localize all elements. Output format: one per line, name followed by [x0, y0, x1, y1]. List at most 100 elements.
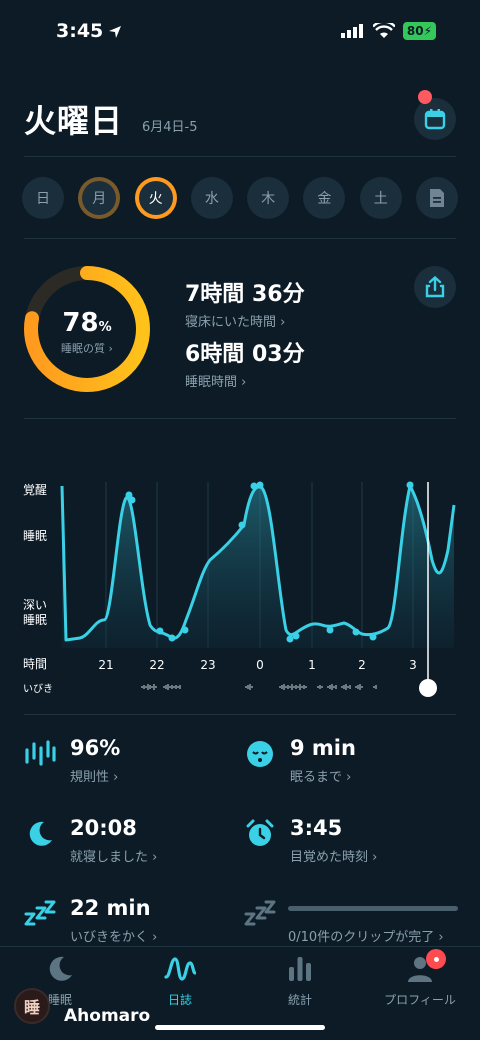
wake-time-label: 目覚めた時刻 ›	[290, 850, 378, 865]
event-marker	[128, 496, 136, 504]
event-marker	[286, 635, 294, 643]
clips-progress-track	[288, 906, 458, 911]
regularity-label: 規則性 ›	[70, 770, 119, 785]
event-marker	[406, 481, 414, 489]
tab-profile[interactable]: プロフィール	[360, 949, 480, 1008]
sleep-curve-area	[62, 486, 454, 648]
event-marker	[352, 628, 360, 636]
event-marker	[238, 521, 246, 529]
status-bar: 3:45 80 ⚡	[0, 0, 480, 64]
clips-label: 0/10件のクリップが完了 ›	[288, 930, 444, 945]
playhead-handle[interactable]	[419, 679, 437, 697]
x-tick: 3	[409, 658, 417, 672]
event-marker	[326, 626, 334, 634]
divider	[24, 714, 456, 715]
day-mon[interactable]: 月	[78, 177, 121, 219]
tab-statistics[interactable]: 統計	[240, 955, 360, 1008]
snore-events	[141, 684, 377, 690]
share-icon	[425, 276, 445, 298]
page-title: 火曜日	[24, 102, 124, 140]
date-range: 6月4日-5	[142, 120, 198, 135]
x-tick: 23	[200, 658, 216, 672]
day-sat[interactable]: 土	[359, 177, 402, 219]
day-tue[interactable]: 火	[134, 177, 177, 219]
time-to-sleep-value: 9 min	[290, 736, 356, 760]
status-indicators: 80 ⚡	[340, 22, 436, 40]
x-tick: 1	[308, 658, 316, 672]
day-thu[interactable]: 木	[247, 177, 290, 219]
day-wed[interactable]: 水	[190, 177, 233, 219]
day-sun[interactable]: 日	[22, 177, 64, 219]
bedtime-value: 20:08	[70, 816, 137, 840]
snoring-label: いびきをかく ›	[70, 930, 158, 945]
quality-value: 78	[62, 308, 99, 338]
sleep-cycle-graph[interactable]	[0, 470, 480, 710]
event-marker	[168, 634, 176, 642]
regularity-value: 96%	[70, 736, 121, 760]
profile-notification-badge	[426, 949, 446, 969]
divider	[24, 238, 456, 239]
week-selector: 日 月 火 水 木 金 土	[22, 177, 458, 219]
location-arrow-icon	[109, 26, 121, 38]
regularity-stat[interactable]: 96% 規則性 ›	[24, 736, 234, 796]
bedtime-stat[interactable]: 20:08 就寝しました ›	[24, 816, 234, 876]
event-marker	[369, 633, 377, 641]
x-tick: 0	[256, 658, 264, 672]
cellular-signal-icon	[340, 24, 363, 38]
event-marker	[156, 627, 164, 635]
quality-label: 睡眠の質 ›	[61, 342, 113, 355]
notes-button[interactable]	[415, 177, 458, 219]
divider	[24, 418, 456, 419]
calendar-button[interactable]	[414, 90, 456, 140]
bar-chart-icon	[289, 957, 311, 981]
day-fri[interactable]: 金	[303, 177, 346, 219]
snore-clips-icon	[244, 898, 276, 930]
alarm-clock-icon	[244, 818, 276, 850]
tab-journal[interactable]: 日誌	[120, 955, 240, 1008]
charging-icon: ⚡	[423, 24, 432, 38]
event-marker	[292, 632, 300, 640]
sleep-time-label: 睡眠時間 ›	[185, 375, 247, 390]
event-marker	[181, 626, 189, 634]
wifi-icon	[372, 23, 395, 38]
event-marker	[256, 481, 264, 489]
header: 火曜日 6月4日-5	[24, 90, 456, 144]
document-icon	[429, 189, 444, 207]
time-in-bed[interactable]: 7時間 36分 寝床にいた時間 ›	[185, 276, 305, 330]
time-in-bed-label: 寝床にいた時間 ›	[185, 315, 286, 330]
x-tick: 21	[98, 658, 114, 672]
home-indicator[interactable]	[155, 1025, 325, 1030]
wake-time-value: 3:45	[290, 816, 343, 840]
sleep-time[interactable]: 6時間 03分 睡眠時間 ›	[185, 336, 305, 390]
wake-time-stat[interactable]: 3:45 目覚めた時刻 ›	[244, 816, 454, 876]
status-time: 3:45	[56, 20, 104, 42]
avatar: 睡	[14, 988, 50, 1024]
tab-statistics-label: 統計	[287, 993, 312, 1007]
snore-zzz-icon	[24, 898, 56, 930]
quality-unit: %	[98, 320, 112, 335]
moon-icon	[24, 818, 56, 850]
user-name: Ahomaro	[64, 1006, 151, 1026]
snoring-value: 22 min	[70, 896, 151, 920]
moon-icon	[49, 956, 72, 981]
time-to-sleep-label: 眠るまで ›	[290, 770, 352, 785]
regularity-icon	[24, 738, 56, 770]
share-button[interactable]	[414, 266, 456, 308]
sleep-quality-ring[interactable]: 78% 睡眠の質 ›	[22, 264, 152, 394]
sleep-time-value: 6時間 03分	[185, 342, 305, 367]
x-tick: 22	[149, 658, 165, 672]
notification-dot	[418, 90, 432, 104]
battery-indicator: 80 ⚡	[402, 22, 436, 40]
time-to-sleep-stat[interactable]: 9 min 眠るまで ›	[244, 736, 454, 796]
calendar-icon	[424, 109, 446, 130]
sleeping-face-icon	[244, 738, 276, 770]
bedtime-label: 就寝しました ›	[70, 850, 158, 865]
x-tick: 2	[358, 658, 366, 672]
event-marker	[250, 482, 258, 490]
battery-level: 80	[406, 24, 424, 38]
divider	[24, 156, 456, 157]
sleep-wave-icon	[164, 957, 197, 981]
time-in-bed-value: 7時間 36分	[185, 282, 305, 307]
quality-percent: 78%	[22, 308, 152, 338]
tab-profile-label: プロフィール	[384, 993, 456, 1007]
